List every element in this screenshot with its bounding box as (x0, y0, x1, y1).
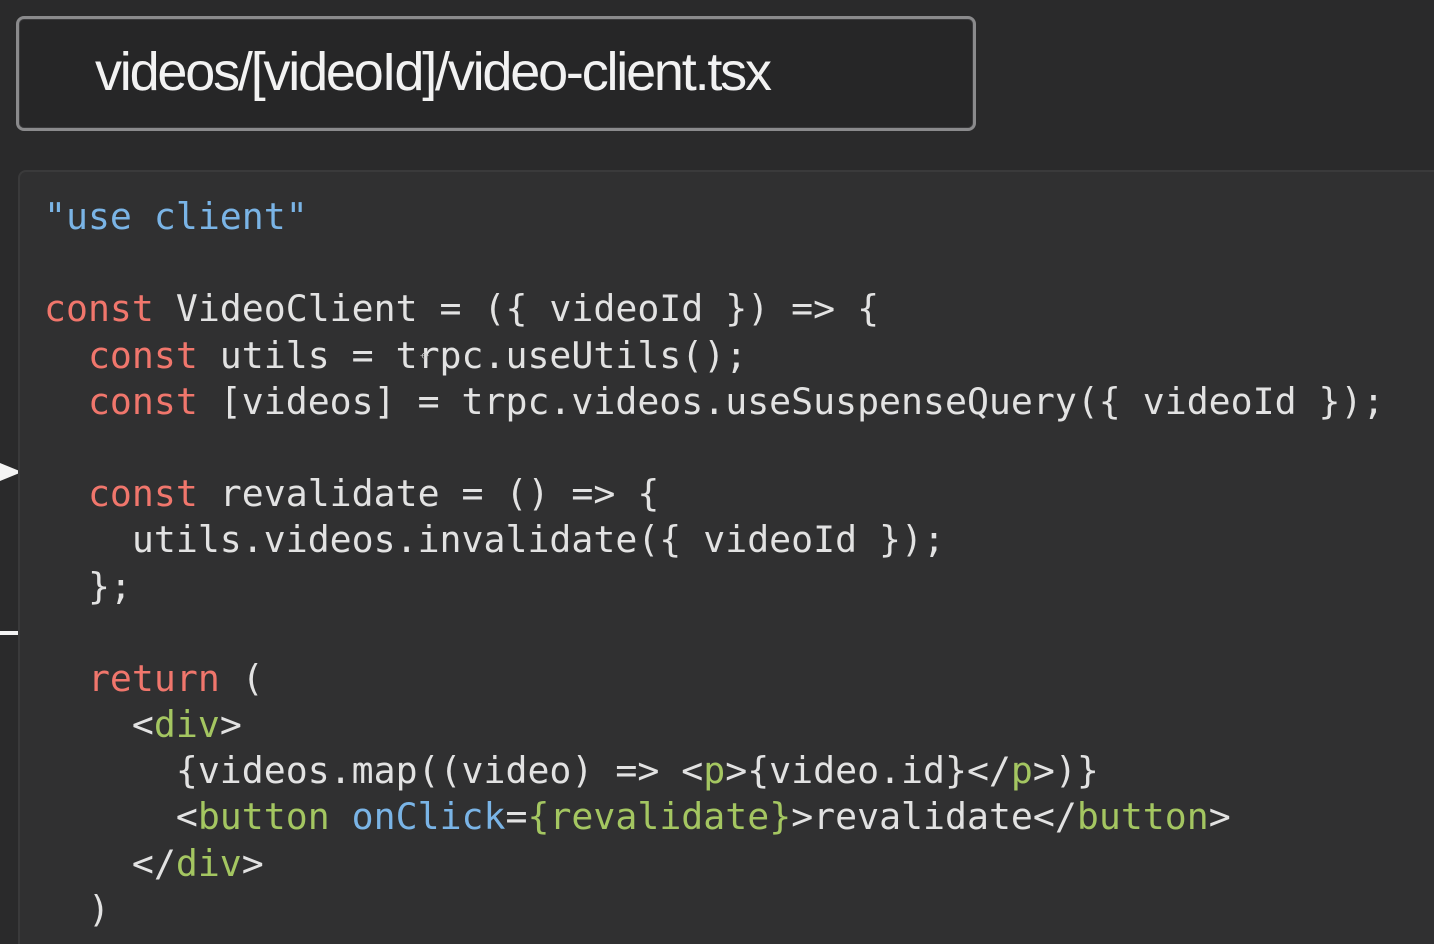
code-line: const revalidate = () => { (44, 471, 1384, 517)
file-name: videos/[videoId]/video-client.tsx (95, 42, 772, 102)
code-line: {videos.map((video) => <p>{video.id}</p>… (44, 748, 1384, 794)
code-token: {videos.map((video) => < (44, 749, 704, 793)
dash-icon (0, 631, 20, 635)
keyword-token: const (44, 287, 154, 331)
jsx-tag-token: button (197, 795, 330, 839)
code-line: const [videos] = trpc.videos.useSuspense… (44, 379, 1385, 425)
code-token: revalidate = () => { (197, 472, 660, 516)
code-line: const utils = trpc.useUtils(); (44, 333, 1384, 379)
code-line: ​ (44, 240, 1384, 286)
file-tab[interactable]: videos/[videoId]/video-client.tsx (16, 16, 976, 131)
code-token: VideoClient = ({ videoId }) => { (153, 287, 880, 331)
code-line: ​ (44, 610, 1384, 656)
code-token: >{video.id}</ (725, 749, 1011, 793)
code-line: ​ (44, 425, 1384, 471)
code-token: < (44, 795, 198, 839)
code-token: > (241, 841, 264, 885)
code-token: < (44, 703, 154, 747)
jsx-attribute-token: onClick (351, 795, 506, 839)
code-line: }; (44, 564, 1384, 610)
jsx-expression-token: {revalidate} (527, 795, 792, 839)
keyword-token: const (87, 333, 198, 377)
jsx-tag-token: div (175, 841, 242, 885)
code-token: = (505, 795, 528, 839)
keyword-token: const (87, 472, 198, 516)
code-line: "use client" (44, 194, 1384, 240)
jsx-tag-token: div (153, 703, 220, 747)
code-line: const VideoClient = ({ videoId }) => { (44, 286, 1384, 332)
code-token: > (219, 703, 242, 747)
code-block: "use client"​const VideoClient = ({ vide… (44, 194, 1384, 933)
crosshair-cursor-icon: ⌖ (420, 346, 430, 365)
code-token: [videos] = trpc.videos.useSuspenseQuery(… (197, 379, 1385, 423)
code-line: ) (44, 887, 1384, 933)
code-token: >)} (1032, 749, 1099, 793)
code-token: >revalidate</ (791, 795, 1077, 839)
jsx-tag-token: button (1076, 795, 1209, 839)
code-token: </ (44, 841, 176, 885)
code-token: > (1208, 795, 1231, 839)
keyword-token: return (87, 656, 220, 700)
code-token: utils.videos.invalidate({ videoId }); (44, 518, 945, 562)
code-token: }; (44, 564, 132, 608)
jsx-tag-token: p (1010, 749, 1033, 793)
jsx-tag-token: p (703, 749, 726, 793)
code-line: return ( (44, 656, 1384, 702)
keyword-token: const (87, 379, 198, 423)
code-line: </div> (44, 841, 1384, 887)
string-token: "use client" (44, 195, 308, 238)
code-editor[interactable]: "use client"​const VideoClient = ({ vide… (18, 170, 1434, 944)
code-line: <div> (44, 702, 1384, 748)
code-line: utils.videos.invalidate({ videoId }); (44, 517, 1384, 563)
code-line: <button onClick={revalidate}>revalidate<… (44, 794, 1384, 840)
code-token: ( (219, 656, 264, 700)
code-token: ) (44, 887, 110, 931)
code-token: utils = trpc.useUtils(); (197, 333, 748, 377)
